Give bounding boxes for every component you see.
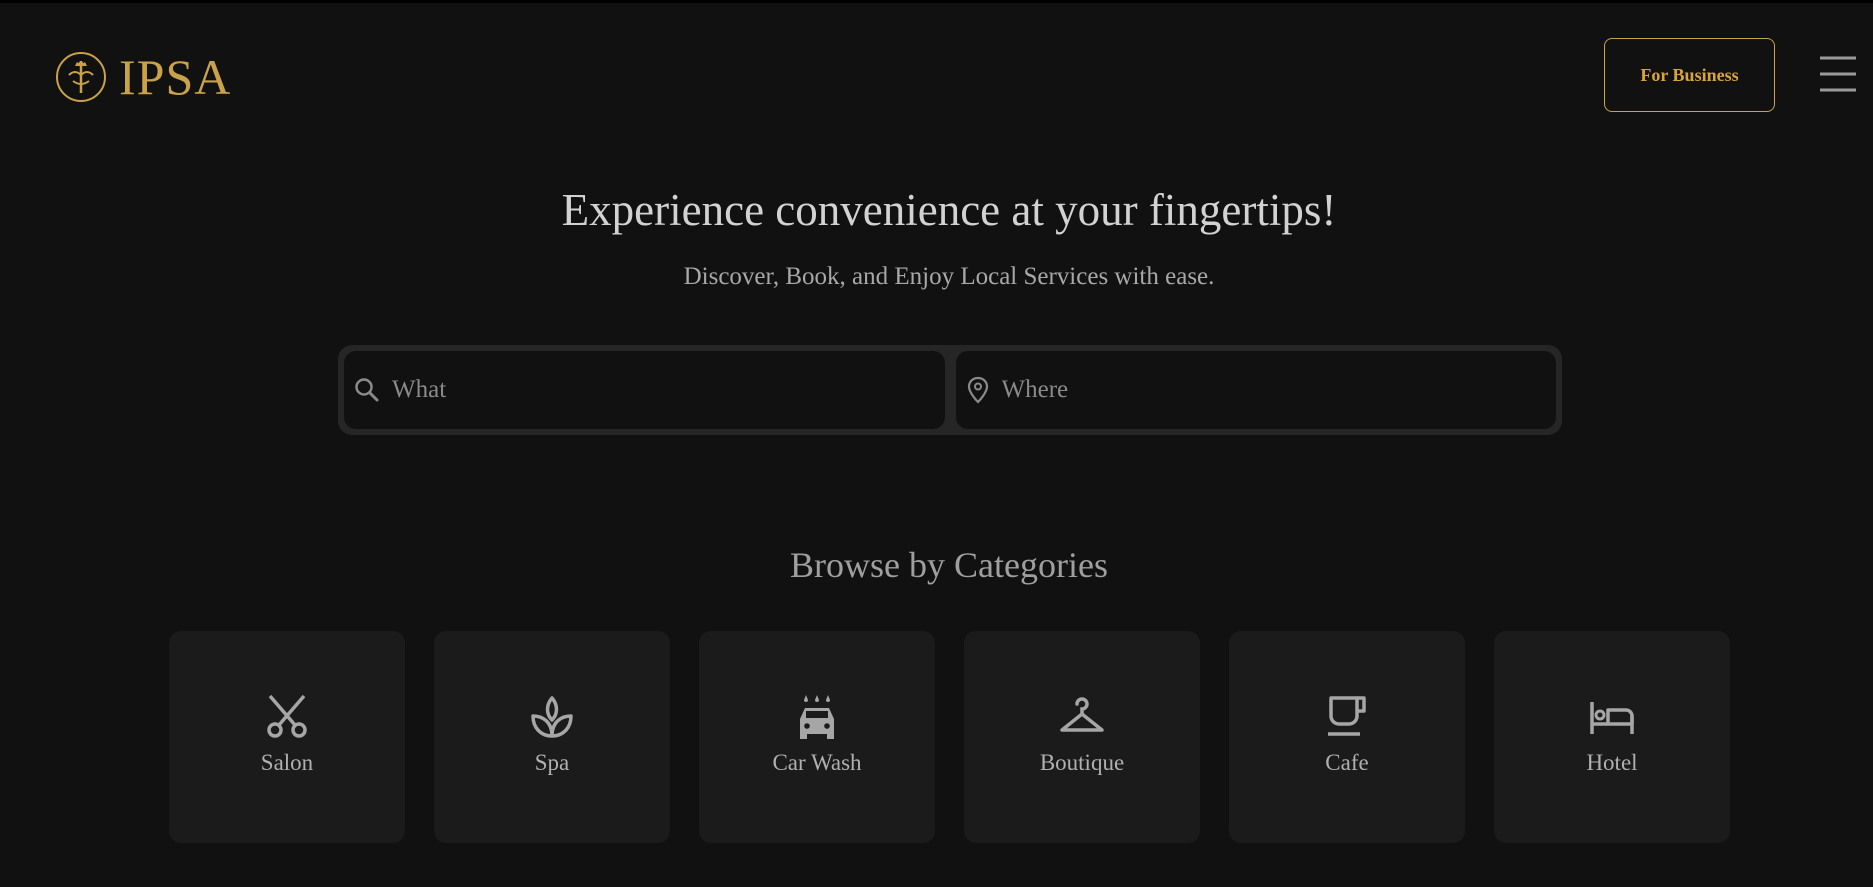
category-card-hotel[interactable]: Hotel	[1494, 631, 1730, 843]
home-page: IPSA For Business Experience convenience…	[0, 0, 1873, 887]
bed-icon	[1588, 693, 1636, 741]
hanger-icon	[1058, 693, 1106, 741]
categories-heading: Browse by Categories	[790, 545, 1108, 585]
logo-emblem-icon	[56, 52, 106, 102]
category-label: Hotel	[1586, 750, 1638, 775]
coffee-cup-icon	[1323, 693, 1371, 741]
category-label: Salon	[260, 750, 314, 775]
for-business-button[interactable]: For Business	[1604, 38, 1775, 112]
search-icon	[355, 378, 379, 402]
search-bar	[338, 345, 1562, 435]
hero-title: Experience convenience at your fingertip…	[561, 185, 1337, 235]
what-input[interactable]	[390, 375, 926, 405]
where-input[interactable]	[999, 375, 1535, 405]
category-label: Spa	[534, 750, 570, 775]
category-card-salon[interactable]: Salon	[169, 631, 405, 843]
category-label: Boutique	[1039, 750, 1125, 775]
location-pin-icon	[967, 376, 988, 404]
category-label: Car Wash	[772, 750, 862, 775]
lotus-icon	[528, 693, 576, 741]
category-card-cafe[interactable]: Cafe	[1229, 631, 1465, 843]
what-field[interactable]	[344, 351, 945, 429]
hero-subtitle: Discover, Book, and Enjoy Local Services…	[683, 263, 1215, 290]
category-grid: Salon Spa Car Wash Boutique Cafe Hotel	[169, 631, 1730, 843]
logo-text: IPSA	[119, 49, 232, 105]
car-wash-icon	[793, 693, 841, 741]
category-card-boutique[interactable]: Boutique	[964, 631, 1200, 843]
where-field[interactable]	[955, 351, 1556, 429]
category-label: Cafe	[1325, 750, 1369, 775]
hamburger-menu-icon[interactable]	[1818, 53, 1858, 95]
category-card-car-wash[interactable]: Car Wash	[699, 631, 935, 843]
scissors-icon	[263, 693, 311, 741]
logo[interactable]: IPSA	[55, 51, 231, 103]
category-card-spa[interactable]: Spa	[434, 631, 670, 843]
